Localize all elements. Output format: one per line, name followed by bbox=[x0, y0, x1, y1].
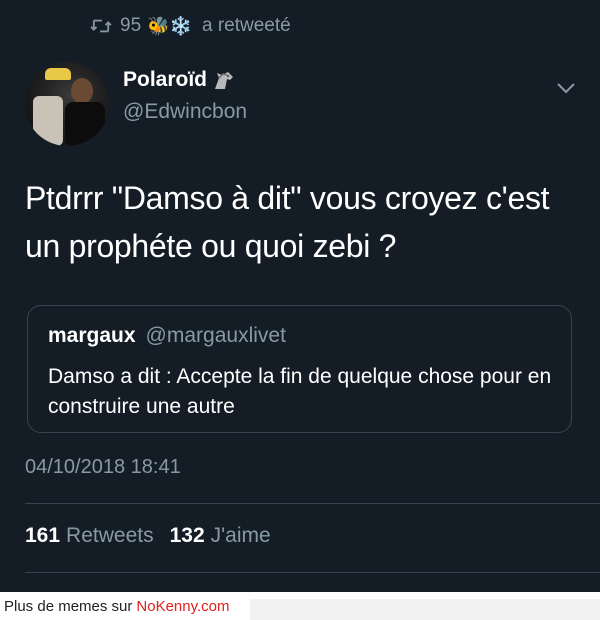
emoji-icons: 🐝❄️ bbox=[147, 15, 192, 36]
divider bbox=[25, 503, 600, 504]
retweet-label: a retweeté bbox=[201, 15, 291, 36]
retweet-count-top: 95 bbox=[120, 15, 142, 36]
footer-link[interactable]: NoKenny.com bbox=[136, 598, 229, 615]
quoted-text: Damso a dit : Accepte la fin de quelque … bbox=[48, 365, 552, 418]
tweet-stats: 161 Retweets 132 J'aime bbox=[25, 524, 287, 548]
quoted-header: margaux @margauxlivet bbox=[48, 324, 286, 348]
likes-label[interactable]: J'aime bbox=[211, 524, 271, 548]
horse-emoji-icon bbox=[215, 72, 234, 89]
author-name[interactable]: Polaroïd bbox=[123, 68, 237, 92]
quoted-author-name: margaux bbox=[48, 324, 136, 347]
retweet-context: 95 🐝❄️ a retweeté bbox=[90, 12, 291, 40]
footer-bar bbox=[250, 599, 600, 620]
tweet-card: 95 🐝❄️ a retweeté Polaroïd @Edwincbon Pt… bbox=[0, 0, 600, 592]
avatar[interactable] bbox=[25, 62, 109, 146]
quoted-tweet[interactable]: margaux @margauxlivet Damso a dit : Acce… bbox=[27, 305, 572, 433]
retweets-label[interactable]: Retweets bbox=[66, 524, 154, 548]
footer-text: Plus de memes sur NoKenny.com bbox=[0, 592, 230, 620]
chevron-down-icon[interactable] bbox=[554, 76, 578, 100]
tweet-text: Ptdrrr "Damso à dit" vous croyez c'est u… bbox=[25, 180, 550, 264]
footer-prefix: Plus de memes sur bbox=[4, 597, 133, 615]
likes-count[interactable]: 132 bbox=[170, 524, 205, 548]
timestamp[interactable]: 04/10/2018 18:41 bbox=[25, 456, 181, 479]
author-name-text[interactable]: Polaroïd bbox=[123, 68, 207, 92]
retweet-icon bbox=[90, 19, 112, 33]
author-handle[interactable]: @Edwincbon bbox=[123, 100, 247, 124]
quoted-author-handle: @margauxlivet bbox=[145, 324, 286, 347]
divider bbox=[25, 572, 600, 573]
retweets-count[interactable]: 161 bbox=[25, 524, 60, 548]
watermark-footer: Plus de memes sur NoKenny.com bbox=[0, 592, 600, 620]
